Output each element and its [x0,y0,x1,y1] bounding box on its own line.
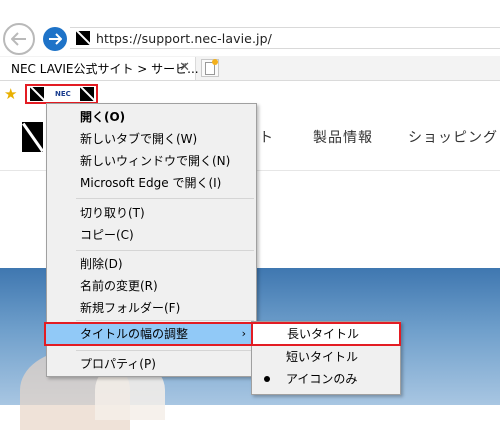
selected-radio-icon [264,376,270,382]
add-to-favorites-bar-icon[interactable]: ★ [4,85,17,103]
menu-separator-3 [76,320,254,321]
favorite-item-favicon-icon[interactable] [30,87,44,101]
site-nav-item-products[interactable]: 製品情報 [313,127,373,147]
menu-item-title-width[interactable]: タイトルの幅の調整 › [44,322,256,346]
submenu-arrow-icon: › [241,327,246,340]
menu-separator-4 [76,350,254,351]
site-nav-item-partial[interactable]: ト [259,127,274,147]
favorite-item-favicon-icon-2[interactable] [80,87,94,101]
menu-item-copy[interactable]: コピー(C) [48,224,255,246]
submenu-item-long-title[interactable]: 長いタイトル [251,322,401,346]
forward-arrow-icon [49,33,62,45]
menu-item-open-new-window[interactable]: 新しいウィンドウで開く(N) [48,150,255,172]
address-url: https://support.nec-lavie.jp/ [96,30,272,46]
title-width-submenu: 長いタイトル 短いタイトル アイコンのみ [251,321,401,395]
context-menu: 開く(O) 新しいタブで開く(W) 新しいウィンドウで開く(N) Microso… [44,103,257,377]
favorite-item-nec-logo[interactable]: NEC [55,90,71,98]
menu-item-title-width-label: タイトルの幅の調整 [80,327,189,341]
menu-item-open-in-edge[interactable]: Microsoft Edge で開く(I) [48,172,255,194]
menu-item-new-folder[interactable]: 新規フォルダー(F) [48,297,255,319]
tab-strip: NEC LAVIE公式サイト > サービ... ✕ [0,56,500,81]
tab-title: NEC LAVIE公式サイト > サービ... [11,62,199,76]
menu-item-open[interactable]: 開く(O) [48,106,255,128]
menu-item-properties[interactable]: プロパティ(P) [48,353,255,375]
menu-item-delete[interactable]: 削除(D) [48,253,255,275]
menu-item-open-new-tab[interactable]: 新しいタブで開く(W) [48,128,255,150]
site-logo-icon[interactable] [22,122,43,152]
back-arrow-icon [11,32,26,46]
address-bar-row: https://support.nec-lavie.jp/ [0,0,500,56]
menu-separator-2 [76,250,254,251]
menu-separator [76,198,254,199]
back-button[interactable] [3,23,35,55]
submenu-item-icon-only-label: アイコンのみ [286,372,358,386]
menu-item-rename[interactable]: 名前の変更(R) [48,275,255,297]
site-nav-item-shopping[interactable]: ショッピング [408,127,498,147]
tab-close-icon[interactable]: ✕ [179,60,190,75]
forward-button[interactable] [43,27,67,51]
site-favicon-icon [76,31,90,45]
address-field[interactable]: https://support.nec-lavie.jp/ [70,27,500,49]
browser-tab[interactable]: NEC LAVIE公式サイト > サービ... ✕ [0,57,199,80]
new-tab-icon[interactable] [201,59,219,77]
favorites-bar-items-highlight: NEC [25,84,98,104]
menu-item-cut[interactable]: 切り取り(T) [48,202,255,224]
submenu-item-icon-only[interactable]: アイコンのみ [253,368,399,390]
submenu-item-short-title[interactable]: 短いタイトル [253,346,399,368]
